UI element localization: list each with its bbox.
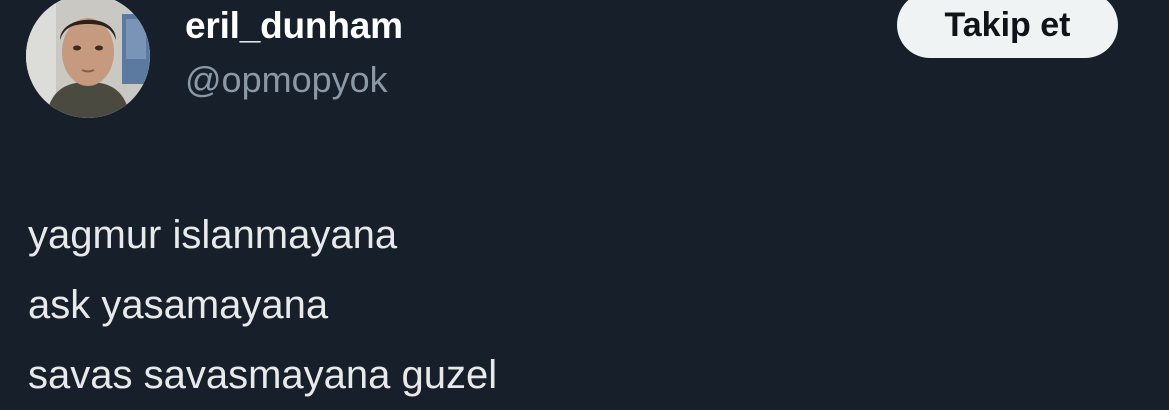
avatar-photo: [26, 0, 150, 118]
user-handle[interactable]: @opmopyok: [185, 58, 388, 102]
avatar[interactable]: [26, 0, 150, 118]
tweet-line: yagmur islanmayana: [28, 213, 398, 257]
tweet-line: ask yasamayana: [28, 283, 329, 327]
tweet-line: savas savasmayana guzel: [28, 353, 498, 397]
display-name[interactable]: eril_dunham: [185, 4, 403, 48]
follow-button[interactable]: Takip et: [897, 0, 1118, 58]
tweet-card: eril_dunham @opmopyok Takip et yagmur is…: [0, 0, 1169, 397]
tweet-text: yagmur islanmayana ask yasamayana savas …: [28, 200, 497, 410]
